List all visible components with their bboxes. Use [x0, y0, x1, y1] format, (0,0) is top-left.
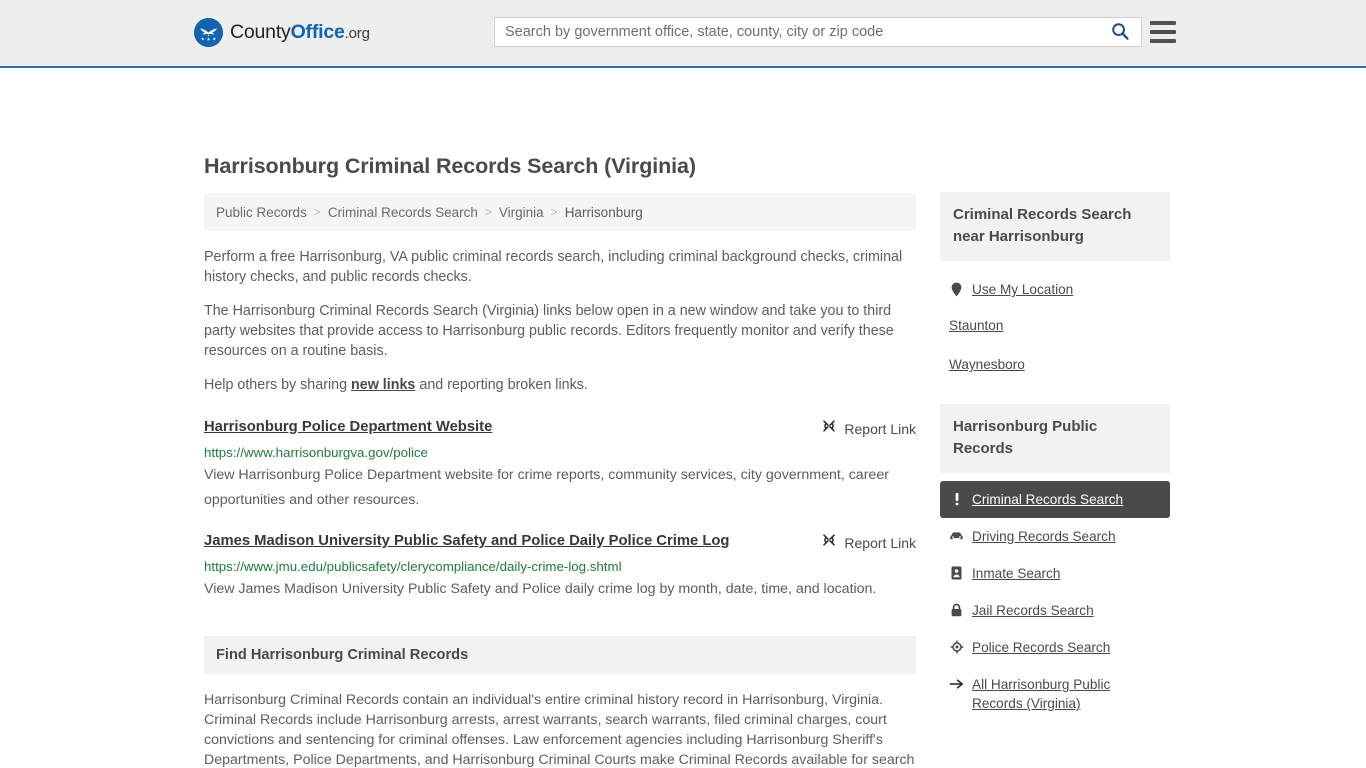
arrow-right-icon	[949, 675, 964, 693]
sidebar: Criminal Records Search near Harrisonbur…	[940, 192, 1170, 722]
hamburger-bar-3	[1150, 39, 1176, 43]
sidebar-link-use-my-location[interactable]: Use My Location	[972, 280, 1073, 299]
section-heading: Find Harrisonburg Criminal Records	[204, 636, 916, 674]
new-links-link[interactable]: new links	[351, 377, 415, 393]
report-link-label: Report Link	[844, 420, 916, 437]
breadcrumb-item-harrisonburg: Harrisonburg	[564, 204, 643, 220]
sidebar-item-inmate-search[interactable]: Inmate Search	[940, 555, 1170, 592]
map-pin-icon	[949, 280, 964, 298]
breadcrumb-separator: >	[550, 205, 558, 219]
result-url[interactable]: https://www.harrisonburgva.gov/police	[204, 444, 916, 461]
report-link-button[interactable]: Report Link	[821, 418, 916, 439]
eagle-seal-icon	[194, 18, 223, 47]
report-link-label: Report Link	[844, 534, 916, 551]
sidebar-item-waynesboro[interactable]: Waynesboro	[940, 345, 1170, 384]
hamburger-bar-1	[1150, 21, 1176, 25]
help-paragraph: Help others by sharing new links and rep…	[204, 375, 916, 395]
sidebar-link-jail-records-search[interactable]: Jail Records Search	[972, 601, 1094, 620]
id-badge-icon	[949, 564, 964, 582]
sidebar-link-criminal-records-search[interactable]: Criminal Records Search	[972, 490, 1123, 509]
help-text-before: Help others by sharing	[204, 377, 352, 393]
police-badge-icon	[949, 638, 964, 656]
result-description: View Harrisonburg Police Department webs…	[204, 467, 889, 508]
sidebar-link-waynesboro[interactable]: Waynesboro	[949, 355, 1025, 374]
sidebar-link-all-public-records[interactable]: All Harrisonburg Public Records (Virgini…	[972, 675, 1161, 713]
hamburger-menu-icon[interactable]	[1150, 19, 1176, 45]
result-title-link[interactable]: Harrisonburg Police Department Website	[204, 417, 492, 437]
search-icon	[1111, 22, 1129, 43]
sidebar-item-all-public-records[interactable]: All Harrisonburg Public Records (Virgini…	[940, 666, 1170, 722]
exclamation-icon	[949, 490, 964, 508]
broken-link-icon	[821, 418, 837, 439]
sidebar-item-use-my-location[interactable]: Use My Location	[940, 273, 1170, 306]
sidebar-item-jail-records-search[interactable]: Jail Records Search	[940, 592, 1170, 629]
sidebar-public-records-list: Criminal Records Search Driving Records …	[940, 481, 1170, 722]
breadcrumb-separator: >	[313, 205, 321, 219]
sidebar-link-driving-records-search[interactable]: Driving Records Search	[972, 527, 1116, 546]
sidebar-near-list: Use My Location Staunton Waynesboro	[940, 273, 1170, 384]
hamburger-bar-2	[1150, 30, 1176, 34]
intro-paragraph-2: The Harrisonburg Criminal Records Search…	[204, 303, 894, 359]
breadcrumb-item-public-records[interactable]: Public Records	[216, 205, 307, 220]
help-text-after: and reporting broken links.	[415, 377, 588, 393]
section-body-text: Harrisonburg Criminal Records contain an…	[204, 692, 915, 768]
logo-wordmark: CountyOffice.org	[230, 21, 370, 44]
breadcrumb: Public Records > Criminal Records Search…	[204, 193, 916, 231]
sidebar-item-criminal-records-search[interactable]: Criminal Records Search	[940, 481, 1170, 518]
broken-link-icon	[821, 532, 837, 553]
site-logo[interactable]: CountyOffice.org	[194, 18, 370, 47]
padlock-icon	[949, 601, 964, 619]
logo-text-county: County	[230, 21, 291, 43]
sidebar-item-police-records-search[interactable]: Police Records Search	[940, 629, 1170, 666]
site-header: CountyOffice.org	[0, 0, 1366, 68]
intro-paragraph-1: Perform a free Harrisonburg, VA public c…	[204, 249, 903, 285]
logo-text-office: Office	[290, 21, 345, 43]
result-item: James Madison University Public Safety a…	[204, 531, 916, 602]
sidebar-near-heading: Criminal Records Search near Harrisonbur…	[940, 192, 1170, 261]
result-url[interactable]: https://www.jmu.edu/publicsafety/cleryco…	[204, 558, 916, 575]
result-header: Harrisonburg Police Department Website R…	[204, 417, 916, 439]
search-bar[interactable]	[494, 17, 1142, 47]
result-header: James Madison University Public Safety a…	[204, 531, 916, 553]
page-title: Harrisonburg Criminal Records Search (Vi…	[204, 154, 696, 178]
result-description: View James Madison University Public Saf…	[204, 581, 877, 597]
breadcrumb-item-virginia[interactable]: Virginia	[499, 205, 544, 220]
sidebar-link-inmate-search[interactable]: Inmate Search	[972, 564, 1060, 583]
report-link-button[interactable]: Report Link	[821, 532, 916, 553]
breadcrumb-item-criminal-records-search[interactable]: Criminal Records Search	[328, 205, 478, 220]
sidebar-item-staunton[interactable]: Staunton	[940, 306, 1170, 345]
main-column: Harrisonburg Criminal Records Search (Vi…	[204, 154, 916, 768]
car-icon	[949, 527, 964, 545]
sidebar-link-staunton[interactable]: Staunton	[949, 316, 1003, 335]
breadcrumb-separator: >	[484, 205, 492, 219]
search-button[interactable]	[1099, 18, 1141, 46]
sidebar-public-records-heading: Harrisonburg Public Records	[940, 404, 1170, 473]
sidebar-item-driving-records-search[interactable]: Driving Records Search	[940, 518, 1170, 555]
sidebar-link-police-records-search[interactable]: Police Records Search	[972, 638, 1110, 657]
logo-text-org: .org	[344, 25, 370, 42]
result-item: Harrisonburg Police Department Website R…	[204, 417, 916, 513]
search-input[interactable]	[495, 18, 1099, 46]
result-title-link[interactable]: James Madison University Public Safety a…	[204, 531, 729, 551]
